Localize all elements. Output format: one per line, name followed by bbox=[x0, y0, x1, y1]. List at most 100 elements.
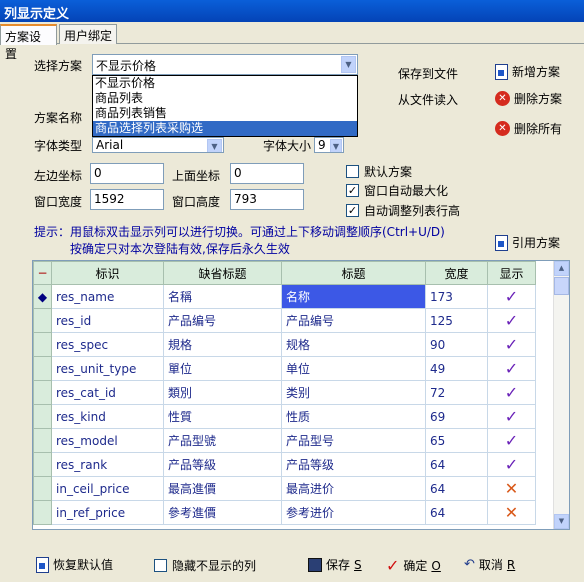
table-row[interactable]: in_ref_price 參考進價 参考进价 64 ✕ bbox=[33, 500, 536, 525]
cell-default-title[interactable]: 产品型號 bbox=[163, 428, 282, 453]
cell-default-title[interactable]: 产品等級 bbox=[163, 452, 282, 477]
cell-width[interactable]: 64 bbox=[425, 452, 488, 477]
scheme-select[interactable]: 不显示价格 ▼ bbox=[92, 54, 358, 75]
scheme-option-selected[interactable]: 商品选择列表采购选 bbox=[93, 121, 357, 136]
cell-id[interactable]: res_name bbox=[51, 284, 164, 309]
tab-scheme-settings[interactable]: 方案设置 bbox=[0, 24, 57, 61]
scheme-option[interactable]: 不显示价格 bbox=[93, 76, 357, 91]
left-coord-input[interactable]: 0 bbox=[90, 163, 164, 184]
cell-id[interactable]: res_model bbox=[51, 428, 164, 453]
cell-width[interactable]: 64 bbox=[425, 500, 488, 525]
cell-title[interactable]: 类别 bbox=[281, 380, 426, 405]
cell-default-title[interactable]: 性質 bbox=[163, 404, 282, 429]
cell-id[interactable]: res_kind bbox=[51, 404, 164, 429]
cell-title[interactable]: 最高进价 bbox=[281, 476, 426, 501]
cancel-button[interactable]: ↶ 取消 R bbox=[464, 556, 515, 573]
scroll-thumb[interactable] bbox=[554, 277, 569, 295]
cross-icon[interactable]: ✕ bbox=[487, 476, 536, 501]
window-width-input[interactable]: 1592 bbox=[90, 189, 164, 210]
cell-title[interactable]: 产品等级 bbox=[281, 452, 426, 477]
table-row[interactable]: ◆ res_name 名稱 名称 173 ✓ bbox=[33, 284, 536, 309]
window-height-input[interactable]: 793 bbox=[230, 189, 304, 210]
cell-width[interactable]: 64 bbox=[425, 476, 488, 501]
auto-maximize-checkbox[interactable]: ✓ 窗口自动最大化 bbox=[346, 182, 448, 199]
vertical-scrollbar[interactable]: ▲ ▼ bbox=[553, 261, 569, 529]
cell-default-title[interactable]: 最高進價 bbox=[163, 476, 282, 501]
cell-title[interactable]: 规格 bbox=[281, 332, 426, 357]
column-header-title[interactable]: 标题 bbox=[281, 261, 426, 285]
apply-scheme-button[interactable]: 引用方案 bbox=[495, 234, 560, 251]
table-row[interactable]: res_kind 性質 性质 69 ✓ bbox=[33, 404, 536, 429]
cell-width[interactable]: 65 bbox=[425, 428, 488, 453]
cell-width[interactable]: 69 bbox=[425, 404, 488, 429]
scroll-down-icon[interactable]: ▼ bbox=[554, 514, 569, 529]
checkmark-icon[interactable]: ✓ bbox=[487, 404, 536, 429]
ok-button[interactable]: ✓ 确定 O bbox=[386, 556, 441, 575]
checkmark-icon[interactable]: ✓ bbox=[487, 428, 536, 453]
cell-title[interactable]: 单位 bbox=[281, 356, 426, 381]
cell-title[interactable]: 产品编号 bbox=[281, 308, 426, 333]
scheme-option[interactable]: 商品列表销售 bbox=[93, 106, 357, 121]
read-from-file-link[interactable]: 从文件读入 bbox=[398, 91, 458, 108]
cell-title[interactable]: 参考进价 bbox=[281, 500, 426, 525]
cell-id[interactable]: res_unit_type bbox=[51, 356, 164, 381]
checkmark-icon[interactable]: ✓ bbox=[487, 284, 536, 309]
table-row[interactable]: res_model 产品型號 产品型号 65 ✓ bbox=[33, 428, 536, 453]
cell-width[interactable]: 72 bbox=[425, 380, 488, 405]
checkmark-icon[interactable]: ✓ bbox=[487, 308, 536, 333]
cell-title[interactable]: 名称 bbox=[281, 284, 426, 309]
scroll-up-icon[interactable]: ▲ bbox=[554, 261, 569, 276]
checkmark-icon[interactable]: ✓ bbox=[487, 452, 536, 477]
chevron-down-icon[interactable]: ▼ bbox=[330, 139, 342, 152]
checkmark-icon[interactable]: ✓ bbox=[487, 356, 536, 381]
cell-id[interactable]: res_id bbox=[51, 308, 164, 333]
cell-id[interactable]: res_rank bbox=[51, 452, 164, 477]
cell-title[interactable]: 产品型号 bbox=[281, 428, 426, 453]
auto-row-height-checkbox[interactable]: ✓ 自动调整列表行高 bbox=[346, 202, 460, 219]
cell-id[interactable]: in_ceil_price bbox=[51, 476, 164, 501]
column-header-id[interactable]: 标识 bbox=[51, 261, 164, 285]
columns-grid[interactable]: − 标识 缺省标题 标题 宽度 显示 ◆ res_name 名稱 名称 173 ✓ res_… bbox=[32, 260, 570, 530]
column-header-default-title[interactable]: 缺省标题 bbox=[163, 261, 282, 285]
delete-scheme-button[interactable]: ✕ 删除方案 bbox=[495, 90, 562, 107]
cell-default-title[interactable]: 單位 bbox=[163, 356, 282, 381]
default-scheme-checkbox[interactable]: 默认方案 bbox=[346, 163, 412, 180]
cell-width[interactable]: 125 bbox=[425, 308, 488, 333]
cell-default-title[interactable]: 規格 bbox=[163, 332, 282, 357]
restore-default-button[interactable]: 恢复默认值 bbox=[36, 556, 113, 573]
delete-all-button[interactable]: ✕ 删除所有 bbox=[495, 120, 562, 137]
tab-user-binding[interactable]: 用户绑定 bbox=[59, 24, 117, 44]
cell-default-title[interactable]: 产品编号 bbox=[163, 308, 282, 333]
cell-default-title[interactable]: 參考進價 bbox=[163, 500, 282, 525]
save-to-file-link[interactable]: 保存到文件 bbox=[398, 65, 458, 82]
cell-default-title[interactable]: 名稱 bbox=[163, 284, 282, 309]
checkmark-icon[interactable]: ✓ bbox=[487, 380, 536, 405]
hide-hidden-columns-checkbox[interactable]: 隐藏不显示的列 bbox=[154, 557, 256, 574]
new-scheme-button[interactable]: 新增方案 bbox=[495, 63, 560, 80]
checkmark-icon[interactable]: ✓ bbox=[487, 332, 536, 357]
cell-id[interactable]: res_cat_id bbox=[51, 380, 164, 405]
cell-id[interactable]: res_spec bbox=[51, 332, 164, 357]
cell-width[interactable]: 49 bbox=[425, 356, 488, 381]
cell-width[interactable]: 90 bbox=[425, 332, 488, 357]
table-row[interactable]: res_id 产品编号 产品编号 125 ✓ bbox=[33, 308, 536, 333]
cell-default-title[interactable]: 類別 bbox=[163, 380, 282, 405]
top-coord-input[interactable]: 0 bbox=[230, 163, 304, 184]
chevron-down-icon[interactable]: ▼ bbox=[341, 56, 356, 73]
cell-id[interactable]: in_ref_price bbox=[51, 500, 164, 525]
table-row[interactable]: res_spec 規格 规格 90 ✓ bbox=[33, 332, 536, 357]
font-type-select[interactable]: Arial ▼ bbox=[92, 137, 224, 153]
cell-title[interactable]: 性质 bbox=[281, 404, 426, 429]
chevron-down-icon[interactable]: ▼ bbox=[207, 139, 222, 152]
font-size-select[interactable]: 9 ▼ bbox=[314, 137, 344, 153]
table-row[interactable]: res_cat_id 類別 类别 72 ✓ bbox=[33, 380, 536, 405]
table-row[interactable]: res_rank 产品等級 产品等级 64 ✓ bbox=[33, 452, 536, 477]
column-header-width[interactable]: 宽度 bbox=[425, 261, 488, 285]
save-button[interactable]: 保存 S bbox=[308, 556, 362, 573]
cell-width[interactable]: 173 bbox=[425, 284, 488, 309]
cross-icon[interactable]: ✕ bbox=[487, 500, 536, 525]
column-header-show[interactable]: 显示 bbox=[487, 261, 536, 285]
table-row[interactable]: res_unit_type 單位 单位 49 ✓ bbox=[33, 356, 536, 381]
scheme-option[interactable]: 商品列表 bbox=[93, 91, 357, 106]
table-row[interactable]: in_ceil_price 最高進價 最高进价 64 ✕ bbox=[33, 476, 536, 501]
